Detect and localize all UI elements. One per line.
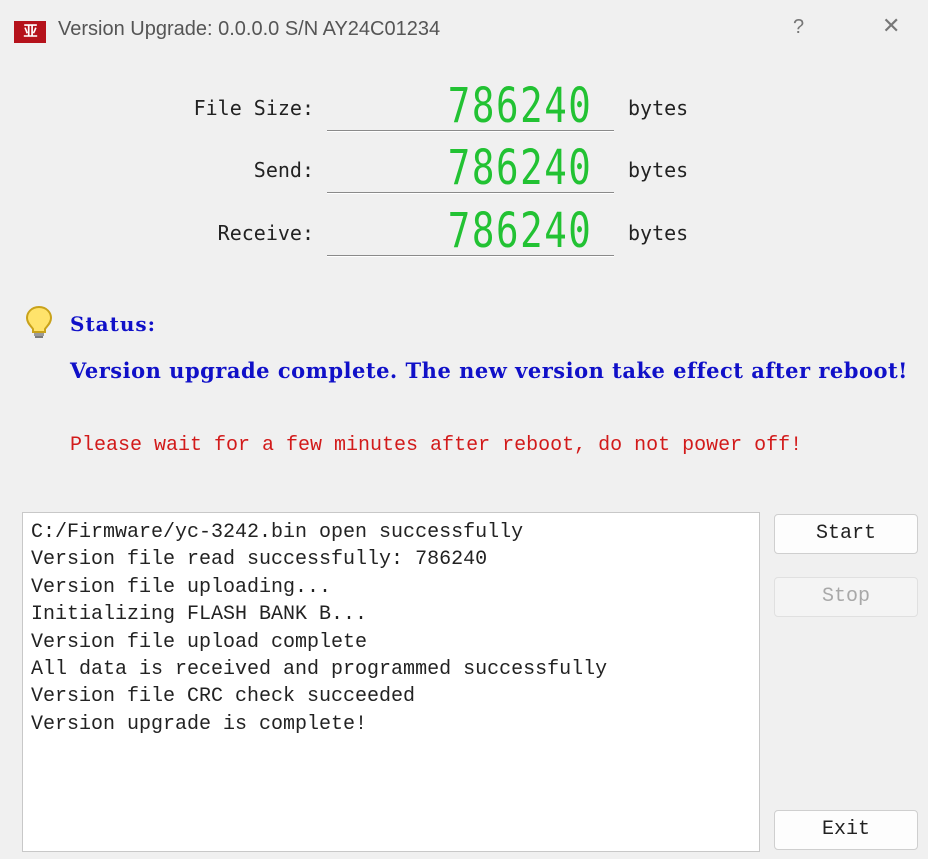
status-message: Version upgrade complete. The new versio… bbox=[70, 358, 908, 383]
send-value: 786240 bbox=[447, 140, 592, 196]
stop-button[interactable]: Stop bbox=[774, 577, 918, 617]
warning-message: Please wait for a few minutes after rebo… bbox=[70, 434, 803, 457]
app-logo-icon: 亚 bbox=[14, 21, 46, 43]
log-line: Version file uploading... bbox=[31, 575, 332, 599]
receive-label: Receive: bbox=[217, 221, 314, 245]
log-line: Initializing FLASH BANK B... bbox=[31, 603, 368, 627]
file-size-display: 786240 bbox=[327, 78, 614, 134]
close-button[interactable]: ✕ bbox=[882, 14, 900, 39]
send-display: 786240 bbox=[327, 140, 614, 196]
log-line: All data is received and programmed succ… bbox=[31, 658, 608, 682]
receive-value: 786240 bbox=[447, 203, 592, 259]
receive-display: 786240 bbox=[327, 203, 614, 259]
lightbulb-icon bbox=[25, 305, 53, 338]
receive-unit: bytes bbox=[628, 221, 689, 245]
status-label: Status: bbox=[70, 312, 157, 336]
file-size-label: File Size: bbox=[193, 96, 314, 120]
file-size-value: 786240 bbox=[447, 78, 592, 134]
send-unit: bytes bbox=[628, 158, 689, 182]
log-line: Version upgrade is complete! bbox=[31, 712, 368, 736]
start-button[interactable]: Start bbox=[774, 514, 918, 554]
exit-button[interactable]: Exit bbox=[774, 810, 918, 850]
file-size-unit: bytes bbox=[628, 96, 689, 120]
log-line: Version file upload complete bbox=[31, 630, 368, 654]
send-label: Send: bbox=[253, 158, 314, 182]
title-bar: 亚 Version Upgrade: 0.0.0.0 S/N AY24C0123… bbox=[0, 0, 928, 62]
log-line: Version file CRC check succeeded bbox=[31, 685, 416, 709]
log-line: C:/Firmware/yc-3242.bin open successfull… bbox=[31, 521, 524, 544]
window-title: Version Upgrade: 0.0.0.0 S/N AY24C01234 bbox=[58, 18, 441, 40]
log-line: Version file read successfully: 786240 bbox=[31, 548, 488, 572]
help-button[interactable]: ? bbox=[793, 16, 804, 39]
log-output[interactable]: C:/Firmware/yc-3242.bin open successfull… bbox=[22, 512, 760, 852]
